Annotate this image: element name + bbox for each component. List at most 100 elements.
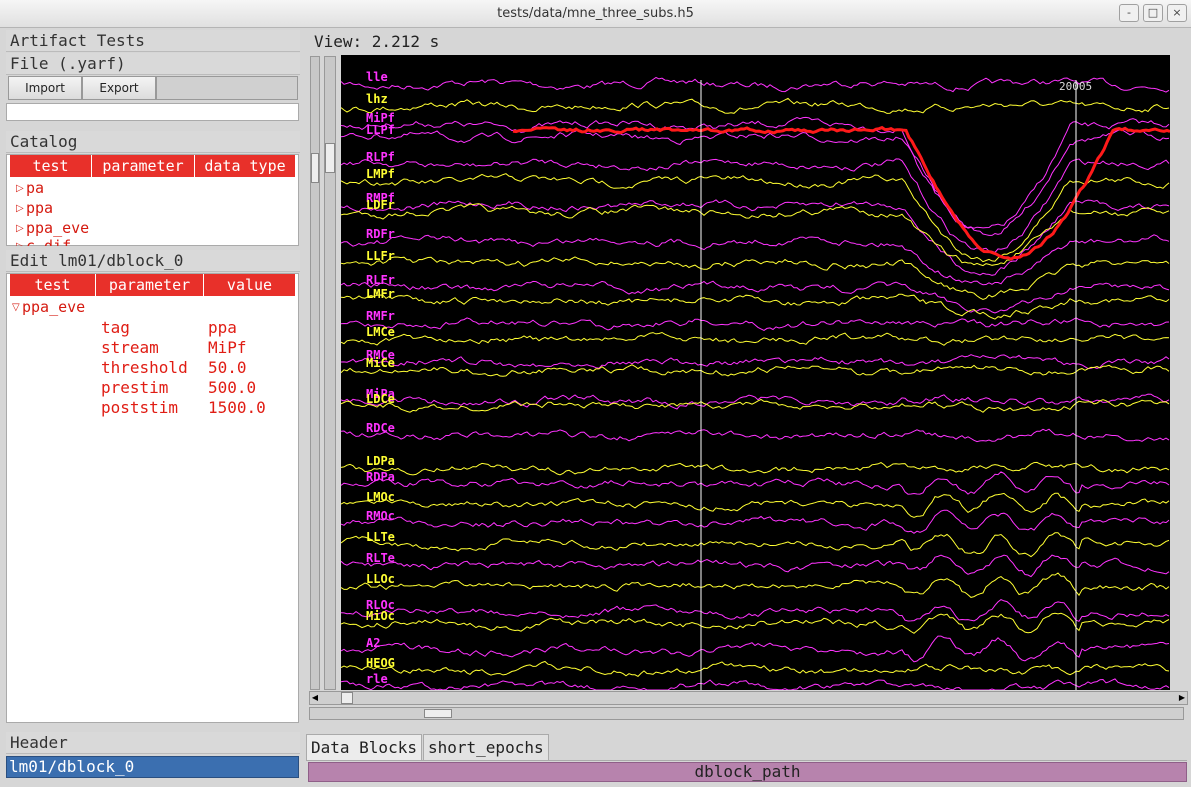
channel-trace (341, 364, 1170, 377)
scroll-left-arrow-icon[interactable]: ◀ (310, 692, 320, 704)
param-key-stream: stream (101, 338, 159, 357)
channel-trace (341, 129, 1170, 236)
channel-label: lle (366, 70, 388, 84)
window-titlebar: tests/data/mne_three_subs.h5 - □ × (0, 0, 1191, 28)
tab-short-epochs[interactable]: short_epochs (423, 734, 549, 760)
file-heading: File (.yarf) (6, 53, 300, 75)
eeg-plot[interactable] (341, 55, 1170, 690)
channel-trace (341, 76, 1170, 93)
param-value-tag[interactable]: ppa (208, 318, 237, 337)
channel-label: LLTe (366, 530, 395, 544)
channel-trace (341, 612, 1170, 634)
channel-trace (341, 97, 1170, 114)
channel-label: RDFr (366, 227, 395, 241)
channel-label: HEOG (366, 656, 395, 670)
channel-label: A2 (366, 636, 381, 650)
catalog-item-partial[interactable]: ▷c dif (16, 237, 71, 246)
expand-triangle-icon: ▷ (16, 241, 26, 246)
channel-trace (341, 532, 1170, 558)
channel-label: MiOc (366, 609, 395, 623)
channel-label: LDFr (366, 198, 395, 212)
param-value-prestim[interactable]: 500.0 (208, 378, 256, 397)
channel-label: RMOc (366, 509, 395, 523)
channel-trace (341, 199, 1170, 276)
catalog-col-datatype[interactable]: data type (195, 155, 296, 177)
channel-trace (341, 354, 1170, 370)
channel-trace (341, 554, 1170, 578)
channel-trace (341, 660, 1170, 678)
button-bar-filler (156, 76, 298, 100)
close-button[interactable]: × (1167, 4, 1187, 22)
channel-label: RLTe (366, 551, 395, 565)
import-button[interactable]: Import (8, 76, 82, 100)
header-selected-item[interactable]: lm01/dblock_0 (6, 756, 299, 778)
zoom-slider[interactable] (309, 707, 1184, 720)
param-value-stream[interactable]: MiPf (208, 338, 247, 357)
channel-label: RMFr (366, 309, 395, 323)
channel-label: LLOc (366, 572, 395, 586)
vertical-scrollbar-inner[interactable] (324, 56, 336, 690)
expand-triangle-icon: ▷ (16, 203, 24, 214)
scrollbar-thumb[interactable] (341, 692, 353, 704)
horizontal-scrollbar[interactable]: ◀ ▶ (309, 691, 1188, 705)
channel-trace (341, 428, 1170, 443)
channel-label: RLPf (366, 150, 395, 164)
edit-col-parameter[interactable]: parameter (96, 274, 204, 296)
eeg-traces (341, 76, 1170, 690)
channel-label: RDCe (366, 421, 395, 435)
channel-label: LLFr (366, 249, 395, 263)
expand-triangle-icon: ▷ (16, 183, 24, 194)
channel-trace (341, 293, 1170, 320)
channel-trace (341, 678, 1170, 690)
edit-heading: Edit lm01/dblock_0 (6, 250, 300, 272)
channel-label: LMCe (366, 325, 395, 339)
param-value-poststim[interactable]: 1500.0 (208, 398, 266, 417)
catalog-item-ppa-eve[interactable]: ▷ ppa_eve (16, 219, 89, 237)
param-key-threshold: threshold (101, 358, 188, 377)
edit-col-test[interactable]: test (10, 274, 96, 296)
tab-divider (306, 760, 1187, 761)
view-duration-label: View: 2.212 s (314, 32, 440, 51)
channel-label: RDPa (366, 470, 395, 484)
edit-item-ppa-eve[interactable]: ▽ ppa_eve (12, 298, 85, 316)
header-heading: Header (6, 732, 300, 754)
edit-col-value[interactable]: value (204, 274, 296, 296)
collapse-triangle-icon: ▽ (12, 302, 20, 313)
catalog-item-ppa[interactable]: ▷ ppa (16, 199, 53, 217)
channel-label: RLFr (366, 273, 395, 287)
channel-label: MiCe (366, 356, 395, 370)
channel-trace (341, 173, 1170, 263)
catalog-col-parameter[interactable]: parameter (92, 155, 195, 177)
zoom-slider-handle[interactable] (424, 709, 452, 718)
scrollbar-thumb[interactable] (311, 153, 319, 183)
channel-trace (341, 635, 1170, 663)
param-key-prestim: prestim (101, 378, 169, 397)
channel-label: LDPa (366, 454, 395, 468)
catalog-col-test[interactable]: test (10, 155, 92, 177)
channel-trace (341, 471, 1170, 495)
tab-data-blocks[interactable]: Data Blocks (306, 734, 422, 760)
catalog-item-pa[interactable]: ▷ pa (16, 179, 44, 197)
channel-trace (341, 256, 1170, 301)
maximize-button[interactable]: □ (1143, 4, 1163, 22)
expand-triangle-icon: ▷ (16, 223, 24, 234)
channel-trace (341, 492, 1170, 518)
scroll-right-arrow-icon[interactable]: ▶ (1177, 692, 1187, 704)
highlighted-trace (512, 125, 1170, 261)
export-button[interactable]: Export (82, 76, 156, 100)
param-key-tag: tag (101, 318, 130, 337)
param-value-threshold[interactable]: 50.0 (208, 358, 247, 377)
channel-label: LMPf (366, 167, 395, 181)
channel-trace (341, 572, 1170, 598)
scrollbar-thumb[interactable] (325, 143, 335, 173)
file-path-input[interactable] (6, 103, 299, 121)
vertical-scrollbar-outer[interactable] (310, 56, 320, 690)
dblock-path-bar[interactable]: dblock_path (308, 762, 1187, 782)
channel-trace (341, 317, 1170, 331)
catalog-heading: Catalog (6, 131, 300, 153)
minimize-button[interactable]: - (1119, 4, 1139, 22)
channel-label: lhz (366, 92, 388, 106)
channel-label: LLPf (366, 123, 395, 137)
channel-label: LDCe (366, 392, 395, 406)
artifact-tests-heading: Artifact Tests (6, 30, 300, 52)
